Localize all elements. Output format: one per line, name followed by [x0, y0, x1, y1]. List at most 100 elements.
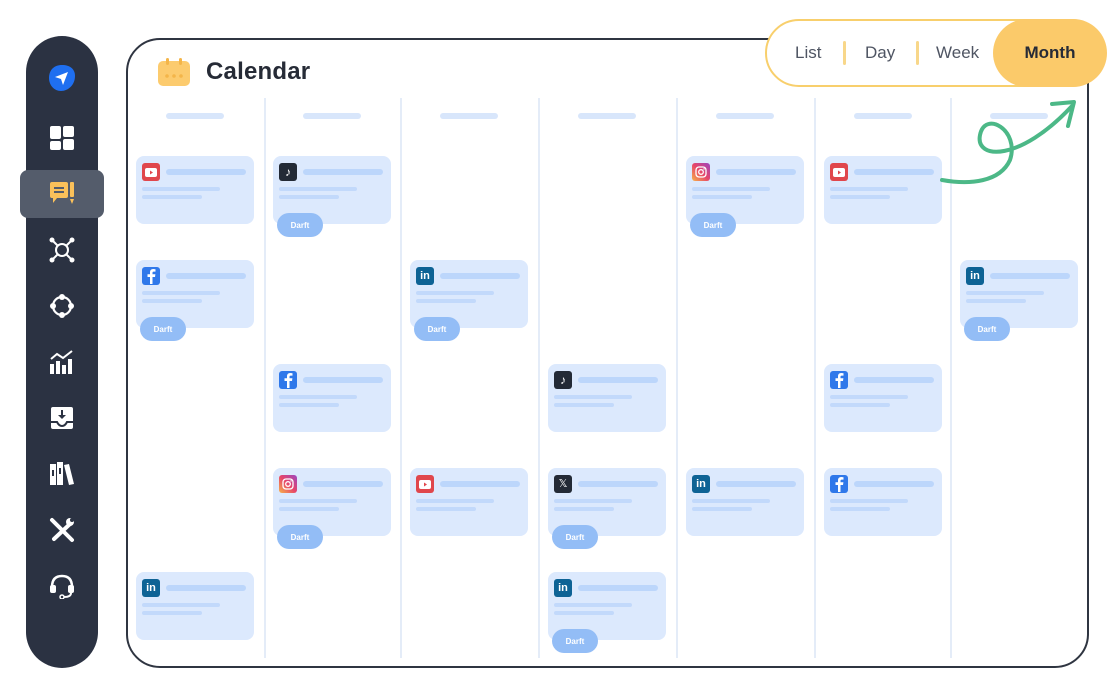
post-card-linkedin[interactable]: in — [136, 572, 254, 640]
post-card-linkedin[interactable]: in Darft — [548, 572, 666, 653]
column-header-placeholder — [578, 113, 636, 119]
sidebar-item-dashboard[interactable] — [26, 118, 98, 158]
draft-badge[interactable]: Darft — [552, 629, 598, 653]
post-text-placeholder — [966, 291, 1044, 295]
post-card-facebook[interactable]: Darft — [136, 260, 254, 341]
facebook-icon — [279, 371, 297, 389]
post-card-facebook[interactable] — [273, 364, 391, 432]
post-card-facebook[interactable] — [824, 468, 942, 536]
post-text-placeholder — [142, 291, 220, 295]
post-text-placeholder — [830, 195, 890, 199]
post-title-placeholder — [716, 169, 796, 175]
draft-badge[interactable]: Darft — [414, 317, 460, 341]
post-text-placeholder — [830, 187, 908, 191]
view-option-month[interactable]: Month — [993, 19, 1107, 87]
facebook-icon — [142, 267, 160, 285]
post-text-placeholder — [830, 403, 890, 407]
post-title-placeholder — [578, 377, 658, 383]
draft-badge[interactable]: Darft — [140, 317, 186, 341]
sidebar-item-connections[interactable] — [26, 286, 98, 326]
post-text-placeholder — [554, 603, 632, 607]
youtube-icon — [142, 163, 160, 181]
post-text-placeholder — [554, 395, 632, 399]
post-text-placeholder — [142, 195, 202, 199]
view-option-day[interactable]: Day — [865, 21, 895, 85]
analytics-chart-icon — [50, 350, 73, 374]
view-option-week[interactable]: Week — [936, 21, 979, 85]
post-title-placeholder — [716, 481, 796, 487]
post-text-placeholder — [416, 499, 494, 503]
post-card-instagram[interactable]: Darft — [273, 468, 391, 549]
sidebar-item-analytics[interactable] — [26, 342, 98, 382]
x-icon: 𝕏 — [554, 475, 572, 493]
post-text-placeholder — [279, 499, 357, 503]
post-text-placeholder — [142, 603, 220, 607]
post-card-youtube[interactable] — [410, 468, 528, 536]
post-card-linkedin[interactable]: in Darft — [410, 260, 528, 341]
page-title: Calendar — [206, 58, 311, 85]
posts-comment-icon — [50, 182, 74, 204]
linkedin-icon: in — [966, 267, 984, 285]
calendar-icon — [158, 58, 190, 86]
column-header-placeholder — [716, 113, 774, 119]
column-header-placeholder — [303, 113, 361, 119]
post-title-placeholder — [990, 273, 1070, 279]
post-text-placeholder — [279, 507, 339, 511]
post-title-placeholder — [166, 585, 246, 591]
library-books-icon — [50, 462, 74, 485]
post-card-tiktok[interactable]: ♪ Darft — [273, 156, 391, 237]
facebook-icon — [830, 371, 848, 389]
sidebar-item-posts[interactable] — [20, 170, 104, 218]
page-header: Calendar — [158, 58, 310, 86]
sidebar-item-support[interactable] — [26, 566, 98, 606]
post-text-placeholder — [142, 299, 202, 303]
post-text-placeholder — [830, 507, 890, 511]
post-text-placeholder — [279, 195, 339, 199]
post-title-placeholder — [578, 481, 658, 487]
instagram-icon — [279, 475, 297, 493]
post-card-linkedin[interactable]: in — [686, 468, 804, 536]
sidebar-item-inbox[interactable] — [26, 398, 98, 438]
draft-badge[interactable]: Darft — [964, 317, 1010, 341]
post-title-placeholder — [854, 377, 934, 383]
tiktok-icon: ♪ — [554, 371, 572, 389]
post-card-linkedin[interactable]: in Darft — [960, 260, 1078, 341]
support-headset-icon — [50, 574, 74, 599]
column-header-placeholder — [166, 113, 224, 119]
post-card-youtube[interactable] — [136, 156, 254, 224]
post-card-facebook[interactable] — [824, 364, 942, 432]
youtube-icon — [830, 163, 848, 181]
draft-badge[interactable]: Darft — [277, 213, 323, 237]
draft-badge[interactable]: Darft — [690, 213, 736, 237]
sidebar-item-home[interactable] — [26, 58, 98, 98]
post-card-instagram[interactable]: Darft — [686, 156, 804, 237]
post-card-youtube[interactable] — [824, 156, 942, 224]
send-logo-icon — [49, 65, 75, 91]
sidebar-item-network[interactable] — [26, 230, 98, 270]
view-option-list[interactable]: List — [795, 21, 821, 85]
column-divider — [676, 98, 678, 658]
linkedin-icon: in — [142, 579, 160, 597]
draft-badge[interactable]: Darft — [552, 525, 598, 549]
network-hub-icon — [49, 237, 75, 263]
post-text-placeholder — [279, 187, 357, 191]
draft-badge[interactable]: Darft — [277, 525, 323, 549]
post-card-x[interactable]: 𝕏 Darft — [548, 468, 666, 549]
youtube-icon — [416, 475, 434, 493]
post-text-placeholder — [554, 507, 614, 511]
column-header-placeholder — [854, 113, 912, 119]
post-text-placeholder — [554, 403, 614, 407]
post-text-placeholder — [416, 299, 476, 303]
sidebar-item-library[interactable] — [26, 454, 98, 494]
curly-arrow-icon — [940, 100, 1076, 185]
tools-wrench-icon — [50, 518, 74, 542]
sidebar — [20, 36, 104, 668]
linkedin-icon: in — [554, 579, 572, 597]
sidebar-item-tools[interactable] — [26, 510, 98, 550]
post-text-placeholder — [279, 403, 339, 407]
instagram-icon — [692, 163, 710, 181]
post-text-placeholder — [554, 611, 614, 615]
post-card-tiktok[interactable]: ♪ — [548, 364, 666, 432]
post-text-placeholder — [142, 187, 220, 191]
post-title-placeholder — [303, 169, 383, 175]
